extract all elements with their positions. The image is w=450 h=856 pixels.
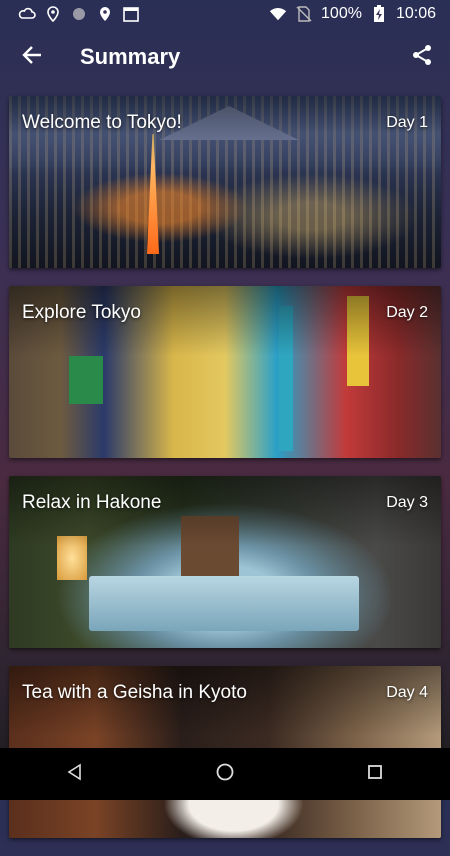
- day-number: Day 3: [386, 494, 428, 511]
- status-bar-system: 100% 10:06: [269, 5, 436, 23]
- day-number: Day 4: [386, 684, 428, 701]
- day-title: Tea with a Geisha in Kyoto: [22, 682, 247, 703]
- no-sim-icon: [295, 5, 313, 23]
- day-title: Explore Tokyo: [22, 302, 141, 323]
- clock: 10:06: [395, 5, 436, 22]
- app-toolbar: Summary: [0, 28, 450, 86]
- status-bar: 100% 10:06: [0, 0, 450, 28]
- battery-level: 100%: [321, 5, 362, 22]
- battery-charging-icon: [370, 5, 388, 23]
- day-number: Day 2: [386, 304, 428, 321]
- nav-home-button[interactable]: [205, 754, 245, 794]
- cloud-notification-icon: [18, 5, 36, 23]
- day-card-1[interactable]: Welcome to Tokyo! Day 1: [9, 96, 441, 268]
- back-triangle-icon: [66, 763, 84, 786]
- system-nav-bar: [0, 748, 450, 800]
- location-pin-icon: [44, 5, 62, 23]
- recents-square-icon: [366, 763, 384, 786]
- share-icon: [410, 43, 434, 72]
- nav-back-button[interactable]: [55, 754, 95, 794]
- day-title: Relax in Hakone: [22, 492, 162, 513]
- wifi-icon: [269, 5, 287, 23]
- nav-recents-button[interactable]: [355, 754, 395, 794]
- status-bar-notifications: [18, 5, 140, 23]
- page-title: Summary: [80, 44, 181, 69]
- day-card-3[interactable]: Relax in Hakone Day 3: [9, 476, 441, 648]
- day-number: Day 1: [386, 114, 428, 131]
- back-button[interactable]: [18, 43, 46, 71]
- circle-notification-icon: [70, 5, 88, 23]
- location-pin-icon: [96, 5, 114, 23]
- itinerary-list: Welcome to Tokyo! Day 1 Explore Tokyo Da…: [9, 96, 441, 856]
- share-button[interactable]: [408, 43, 436, 71]
- day-card-2[interactable]: Explore Tokyo Day 2: [9, 286, 441, 458]
- calendar-icon: [122, 5, 140, 23]
- back-arrow-icon: [21, 44, 43, 71]
- home-circle-icon: [215, 762, 235, 787]
- day-title: Welcome to Tokyo!: [22, 112, 182, 133]
